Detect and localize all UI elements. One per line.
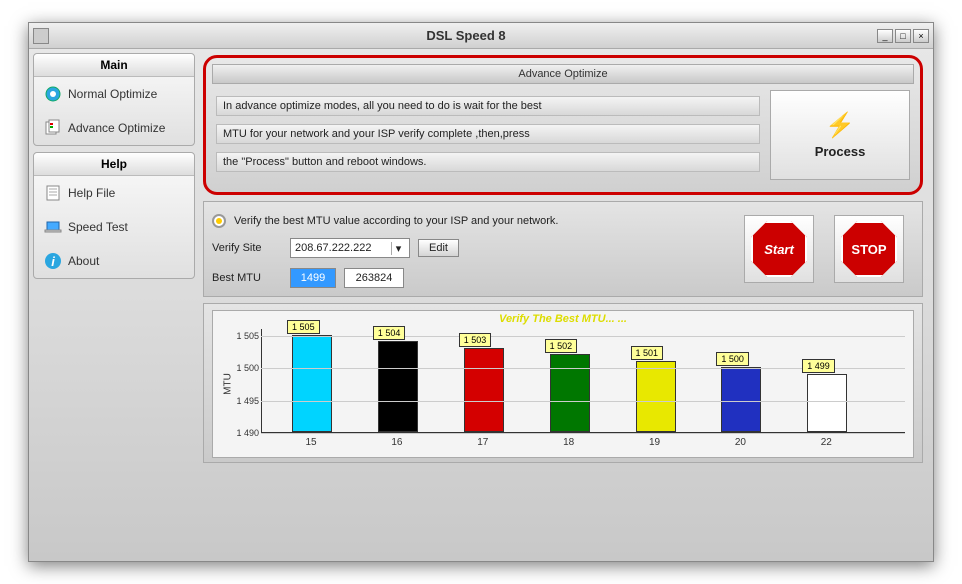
ytick-label: 1 500 (231, 363, 259, 373)
sidebar-main-header: Main (34, 54, 194, 77)
chart-bar (550, 354, 590, 432)
best-mtu-label: Best MTU (212, 272, 282, 284)
gridline (261, 433, 905, 434)
lightning-icon: ⚡ (825, 111, 855, 140)
sidebar-item-label: About (68, 254, 99, 268)
start-stop-group: Start STOP (734, 210, 914, 288)
process-label: Process (815, 144, 866, 159)
sidebar-item-help-file[interactable]: Help File (34, 176, 194, 210)
xtick-label: 17 (458, 437, 508, 448)
chart-bar (292, 335, 332, 433)
sidebar-item-label: Speed Test (68, 220, 128, 234)
sidebar-item-about[interactable]: i About (34, 244, 194, 278)
best-mtu-bytes[interactable]: 263824 (344, 268, 404, 288)
minimize-button[interactable]: _ (877, 29, 893, 43)
start-button-wrap: Start (744, 215, 814, 283)
xtick-label: 19 (630, 437, 680, 448)
sidebar-item-label: Help File (68, 186, 115, 200)
gridline (261, 336, 905, 337)
advance-line3: the "Process" button and reboot windows. (216, 152, 760, 172)
xtick-label: 20 (715, 437, 765, 448)
advance-optimize-panel: Advance Optimize In advance optimize mod… (203, 55, 923, 195)
advance-header: Advance Optimize (212, 64, 914, 84)
sidebar-item-speed-test[interactable]: Speed Test (34, 210, 194, 244)
ytick-label: 1 505 (231, 331, 259, 341)
maximize-button[interactable]: □ (895, 29, 911, 43)
verify-controls: Verify the best MTU value according to y… (212, 210, 734, 288)
best-mtu-value[interactable]: 1499 (290, 268, 336, 288)
data-label: 1 502 (545, 339, 578, 353)
stop-button[interactable]: STOP (841, 221, 897, 277)
sidebar-item-advance-optimize[interactable]: Advance Optimize (34, 111, 194, 145)
advance-line1: In advance optimize modes, all you need … (216, 96, 760, 116)
data-label: 1 503 (459, 333, 492, 347)
data-label: 1 500 (716, 352, 749, 366)
app-window: DSL Speed 8 _ □ × Main Normal Optimize A… (28, 22, 934, 562)
notepad-icon (44, 184, 62, 202)
chart-ylabel: MTU (222, 373, 233, 395)
verify-site-label: Verify Site (212, 242, 282, 254)
chart-bar (807, 374, 847, 433)
verify-radio[interactable] (212, 214, 226, 228)
chart-area: Verify The Best MTU... ... MTU 1 490 1 49… (212, 310, 914, 458)
start-button[interactable]: Start (751, 221, 807, 277)
chart-panel: Verify The Best MTU... ... MTU 1 490 1 49… (203, 303, 923, 463)
verify-site-value: 208.67.222.222 (295, 242, 371, 254)
sidebar-item-normal-optimize[interactable]: Normal Optimize (34, 77, 194, 111)
data-label: 1 501 (631, 346, 664, 360)
window-body: Main Normal Optimize Advance Optimize He… (29, 49, 933, 561)
gear-icon (44, 85, 62, 103)
xtick-label: 15 (286, 437, 336, 448)
chart-bar (636, 361, 676, 433)
xtick-label: 18 (544, 437, 594, 448)
gridline (261, 401, 905, 402)
window-title: DSL Speed 8 (55, 28, 877, 43)
chart-bar (721, 367, 761, 432)
advance-body: In advance optimize modes, all you need … (212, 84, 914, 186)
info-icon: i (44, 252, 62, 270)
sidebar: Main Normal Optimize Advance Optimize He… (29, 49, 199, 561)
chart-bar (378, 341, 418, 432)
verify-radio-label: Verify the best MTU value according to y… (234, 215, 558, 227)
laptop-icon (44, 218, 62, 236)
window-controls: _ □ × (877, 29, 929, 43)
advance-icon (44, 119, 62, 137)
verify-site-combo[interactable]: 208.67.222.222 ▾ (290, 238, 410, 258)
titlebar: DSL Speed 8 _ □ × (29, 23, 933, 49)
edit-button[interactable]: Edit (418, 239, 459, 257)
data-label: 1 504 (373, 326, 406, 340)
app-icon (33, 28, 49, 44)
sidebar-main-panel: Main Normal Optimize Advance Optimize (33, 53, 195, 146)
chart-bar (464, 348, 504, 433)
stop-button-wrap: STOP (834, 215, 904, 283)
sidebar-item-label: Normal Optimize (68, 87, 157, 101)
verify-radio-row: Verify the best MTU value according to y… (212, 214, 734, 228)
sidebar-help-header: Help (34, 153, 194, 176)
ytick-label: 1 490 (231, 428, 259, 438)
ytick-label: 1 495 (231, 396, 259, 406)
chevron-down-icon: ▾ (391, 242, 405, 255)
advance-line2: MTU for your network and your ISP verify… (216, 124, 760, 144)
best-mtu-row: Best MTU 1499 263824 (212, 268, 734, 288)
chart-plot (261, 329, 905, 433)
chart-title: Verify The Best MTU... ... (213, 313, 913, 325)
svg-text:i: i (51, 254, 55, 269)
main-area: Advance Optimize In advance optimize mod… (199, 49, 933, 561)
xtick-label: 22 (801, 437, 851, 448)
close-button[interactable]: × (913, 29, 929, 43)
sidebar-help-panel: Help Help File Speed Test i About (33, 152, 195, 279)
process-button[interactable]: ⚡ Process (770, 90, 910, 180)
verify-site-row: Verify Site 208.67.222.222 ▾ Edit (212, 238, 734, 258)
xtick-label: 16 (372, 437, 422, 448)
verify-panel: Verify the best MTU value according to y… (203, 201, 923, 297)
sidebar-item-label: Advance Optimize (68, 121, 165, 135)
advance-text: In advance optimize modes, all you need … (216, 90, 760, 180)
data-label: 1 499 (802, 359, 835, 373)
